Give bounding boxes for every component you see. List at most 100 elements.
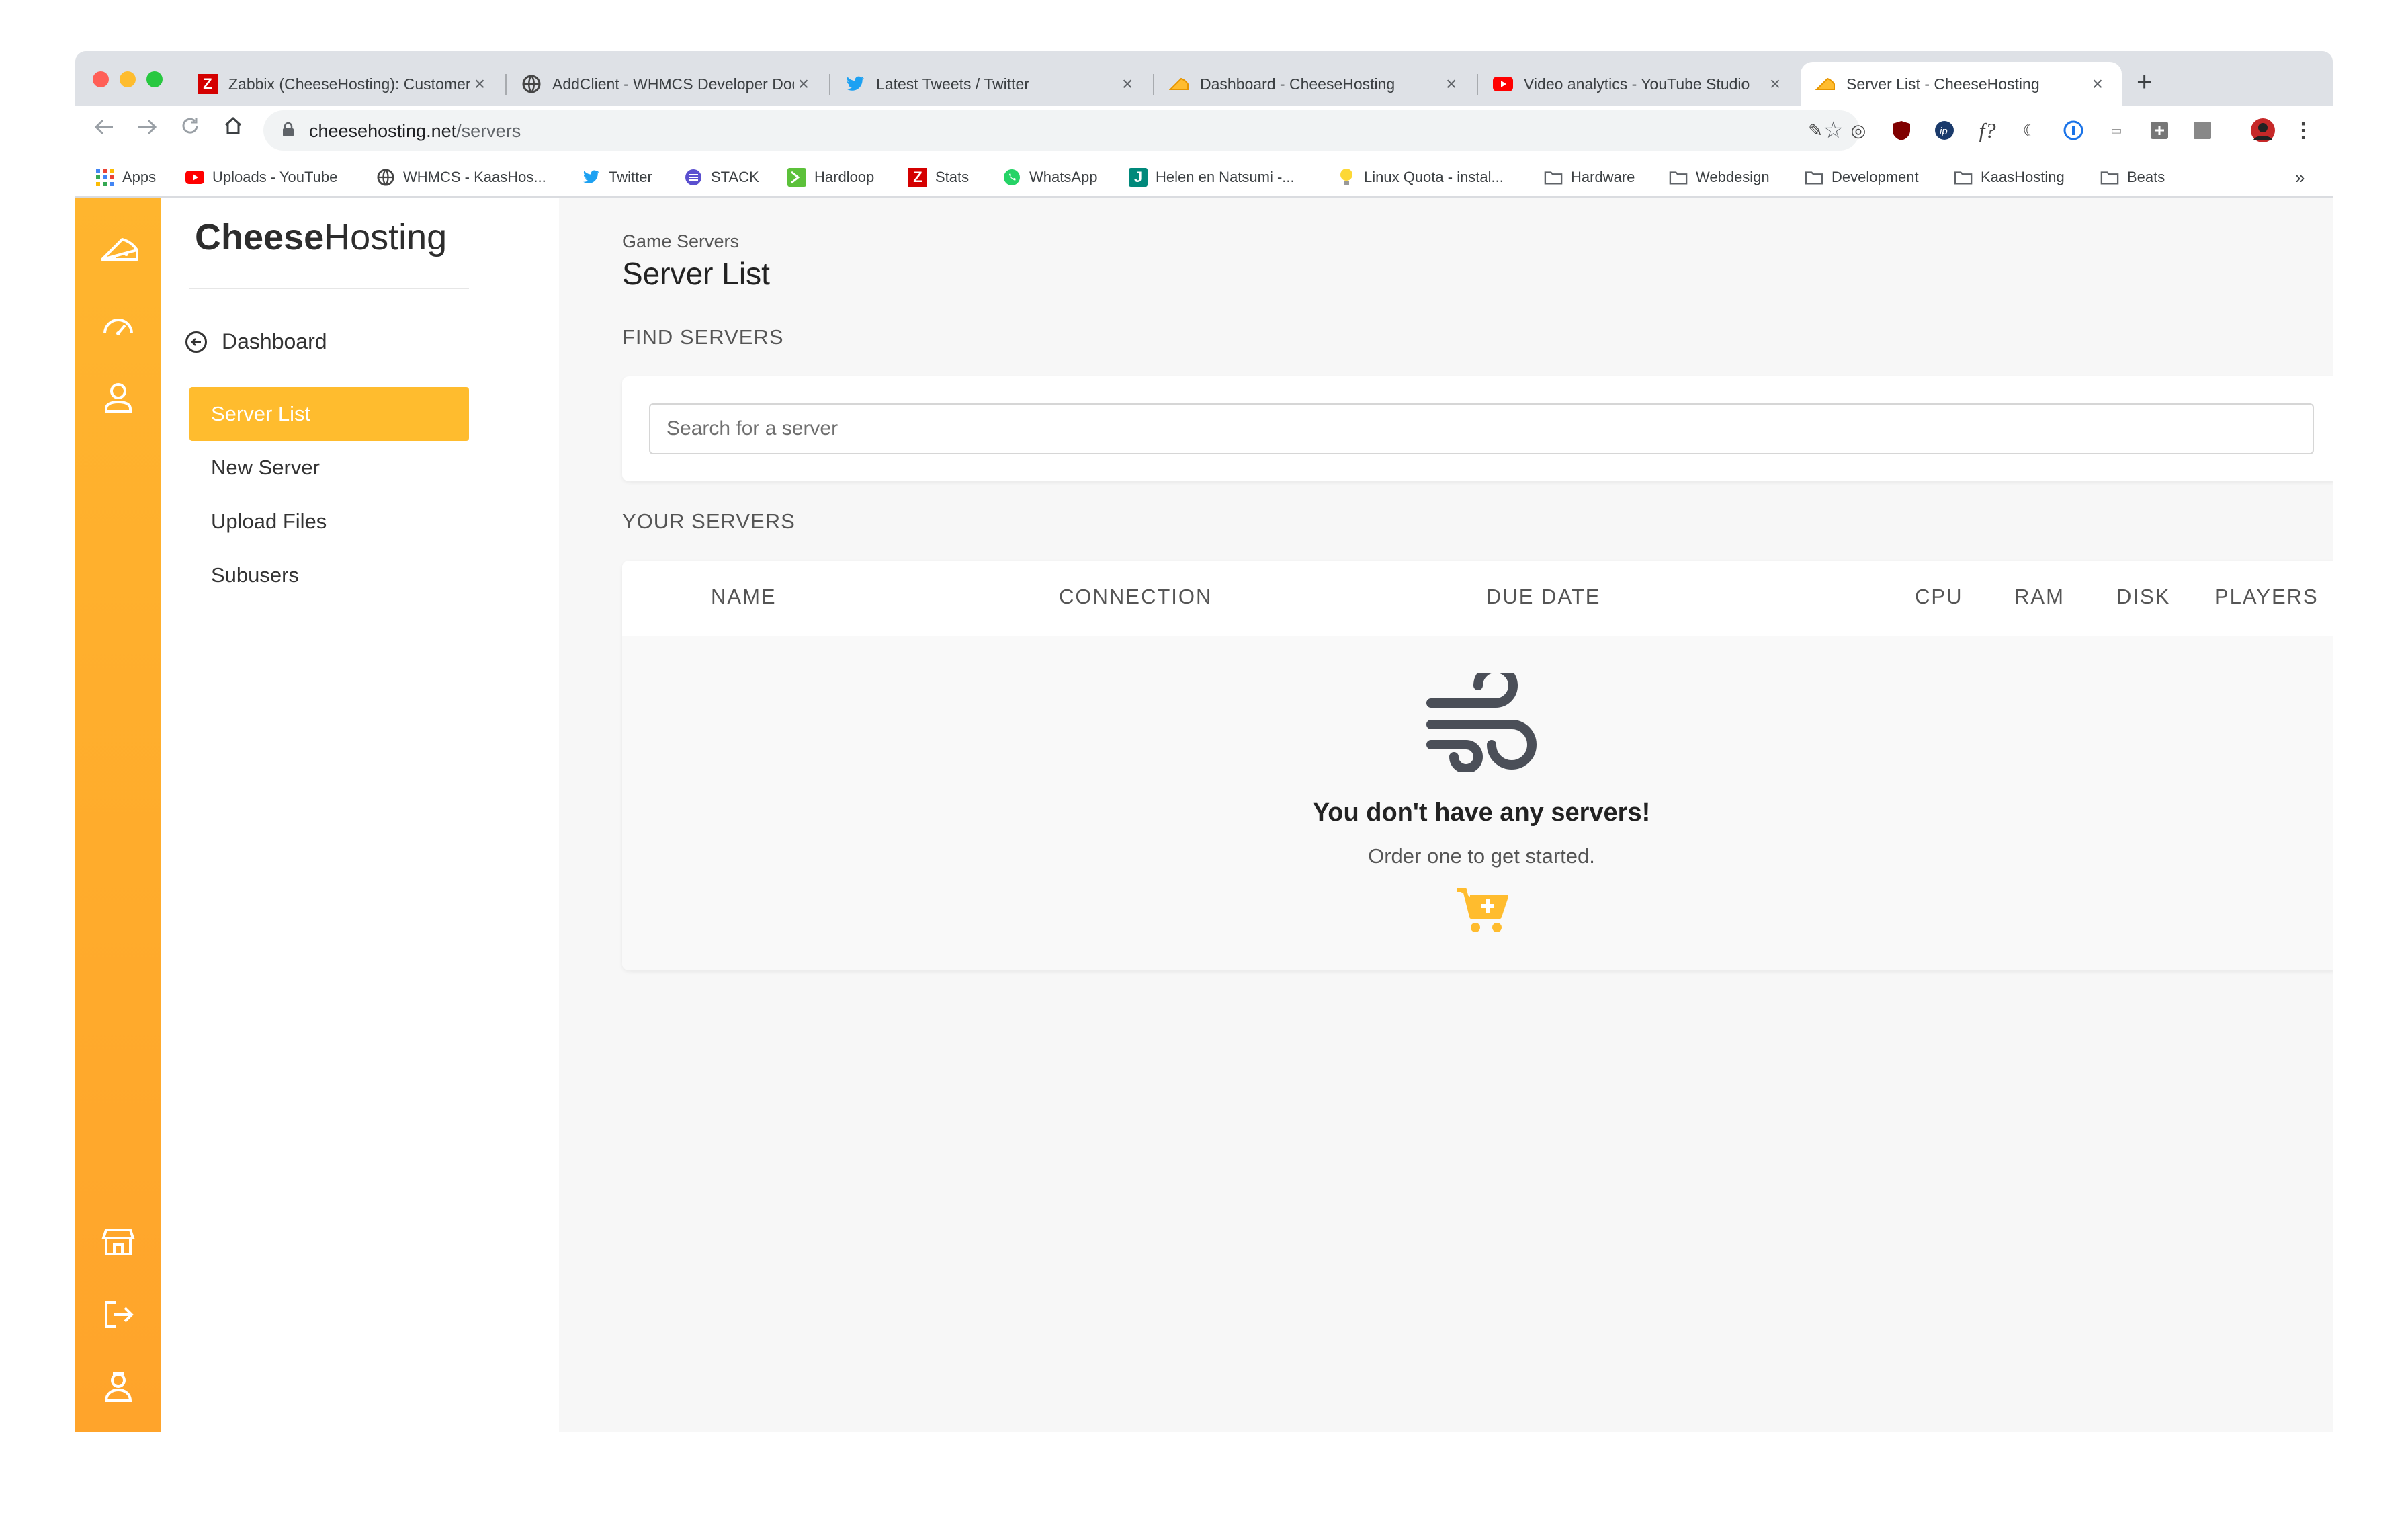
browser-tab[interactable]: Dashboard - CheeseHosting × <box>1154 62 1475 106</box>
browser-tab[interactable]: AddClient - WHMCS Developer Docs × <box>507 62 828 106</box>
column-header-players[interactable]: PLAYERS <box>2214 585 2319 609</box>
bookmark-folder-development[interactable]: Development <box>1805 164 1919 191</box>
server-search-input[interactable] <box>649 403 2314 454</box>
column-header-ram[interactable]: RAM <box>2014 585 2065 609</box>
column-header-due-date[interactable]: DUE DATE <box>1486 585 1600 609</box>
cheese-logo-icon[interactable] <box>99 230 138 267</box>
tab-title: Video analytics - YouTube Studio <box>1524 75 1750 93</box>
close-tab-icon[interactable]: × <box>794 73 813 95</box>
close-tab-icon[interactable]: × <box>1766 73 1784 95</box>
more-bookmarks-button[interactable]: » <box>2295 164 2305 191</box>
main-content: Game Servers Server List FIND SERVERS YO… <box>559 198 2333 1432</box>
tab-title: Latest Tweets / Twitter <box>876 75 1029 93</box>
back-to-dashboard-link[interactable]: Dashboard <box>185 329 327 354</box>
lock-icon <box>282 122 294 137</box>
close-tab-icon[interactable]: × <box>1118 73 1137 95</box>
onepassword-extension-icon[interactable] <box>2060 117 2087 144</box>
bookmark-hardloop[interactable]: Hardloop <box>787 164 874 191</box>
apps-grid-icon <box>95 168 114 187</box>
menu-item-upload-files[interactable]: Upload Files <box>189 495 469 548</box>
url-text: cheesehosting.net/servers <box>309 121 521 141</box>
browser-tab-active[interactable]: Server List - CheeseHosting × <box>1801 62 2122 106</box>
close-tab-icon[interactable]: × <box>470 73 489 95</box>
twitter-icon <box>845 74 865 94</box>
maximize-window-button[interactable] <box>146 71 163 87</box>
column-header-connection[interactable]: CONNECTION <box>1059 585 1212 609</box>
table-header: NAME CONNECTION DUE DATE CPU RAM DISK PL… <box>622 561 2333 636</box>
admin-user-icon[interactable] <box>99 1368 137 1406</box>
profile-avatar-icon[interactable] <box>2249 117 2276 144</box>
browser-tab[interactable]: Video analytics - YouTube Studio × <box>1478 62 1799 106</box>
column-header-disk[interactable]: DISK <box>2116 585 2170 609</box>
web-page: CheeseHosting Dashboard Server List New … <box>75 198 2333 1432</box>
side-menu: CheeseHosting Dashboard Server List New … <box>161 198 559 1432</box>
zabbix-icon: Z <box>908 168 927 187</box>
forward-arrow-icon[interactable] <box>132 116 163 142</box>
menu-item-server-list[interactable]: Server List <box>189 387 469 441</box>
close-window-button[interactable] <box>93 71 109 87</box>
bookmark-folder-kaashosting[interactable]: KaasHosting <box>1954 164 2065 191</box>
bookmark-apps[interactable]: Apps <box>95 164 156 191</box>
close-tab-icon[interactable]: × <box>1442 73 1461 95</box>
speedometer-icon[interactable] <box>99 306 137 344</box>
hardloop-icon <box>787 168 806 187</box>
column-header-name[interactable]: NAME <box>711 585 777 609</box>
close-tab-icon[interactable]: × <box>2088 73 2107 95</box>
tex-extension-icon[interactable]: ▭ <box>2103 117 2130 144</box>
store-icon[interactable] <box>99 1223 137 1261</box>
extension-icon[interactable]: ◎ <box>1845 117 1872 144</box>
youtube-icon <box>185 168 204 187</box>
tab-title: AddClient - WHMCS Developer Docs <box>552 75 794 93</box>
brand-logo[interactable]: CheeseHosting <box>195 216 447 258</box>
reload-icon[interactable] <box>175 116 206 142</box>
tab-strip: Z Zabbix (CheeseHosting): Customer × Add… <box>75 51 2333 106</box>
globe-icon <box>376 168 395 187</box>
bookmark-helen-natsumi[interactable]: J Helen en Natsumi -... <box>1129 164 1295 191</box>
eyedropper-extension-icon[interactable]: ✎ <box>1802 117 1829 144</box>
bookmark-stack[interactable]: STACK <box>684 164 759 191</box>
new-tab-button[interactable]: + <box>2137 67 2152 97</box>
ublock-extension-icon[interactable] <box>1888 117 1915 144</box>
arrow-left-circle-icon <box>185 331 207 353</box>
minimize-window-button[interactable] <box>120 71 136 87</box>
bookmark-stats[interactable]: Z Stats <box>908 164 969 191</box>
bulb-icon <box>1337 168 1356 187</box>
page-title: Server List <box>622 256 770 291</box>
font-extension-icon[interactable]: f? <box>1974 117 2001 144</box>
twitter-icon <box>582 168 601 187</box>
cart-plus-icon[interactable] <box>1455 886 1509 934</box>
bookmark-folder-beats[interactable]: Beats <box>2100 164 2165 191</box>
logout-icon[interactable] <box>99 1296 137 1333</box>
search-card <box>622 376 2333 481</box>
bookmark-folder-hardware[interactable]: Hardware <box>1544 164 1635 191</box>
whatsapp-icon <box>1002 168 1021 187</box>
home-icon[interactable] <box>218 116 249 142</box>
address-bar[interactable]: cheesehosting.net/servers ☆ <box>263 110 1860 151</box>
bookmark-uploads-youtube[interactable]: Uploads - YouTube <box>185 164 337 191</box>
bookmark-linux-quota[interactable]: Linux Quota - instal... <box>1337 164 1504 191</box>
browser-menu-icon[interactable]: ⋮ <box>2290 117 2317 144</box>
empty-state: You don't have any servers! Order one to… <box>622 636 2333 970</box>
folder-icon <box>1805 168 1823 187</box>
grid-extension-icon[interactable] <box>2189 117 2216 144</box>
zabbix-icon: Z <box>198 74 218 94</box>
moon-extension-icon[interactable]: ☾ <box>2017 117 2044 144</box>
bookmark-twitter[interactable]: Twitter <box>582 164 652 191</box>
icon-rail <box>75 198 161 1432</box>
svg-text:ip: ip <box>1940 126 1948 137</box>
add-extension-icon[interactable] <box>2146 117 2173 144</box>
menu-item-subusers[interactable]: Subusers <box>189 548 469 602</box>
bookmark-folder-webdesign[interactable]: Webdesign <box>1669 164 1770 191</box>
stack-icon <box>684 168 703 187</box>
back-arrow-icon[interactable] <box>89 116 120 142</box>
menu-item-new-server[interactable]: New Server <box>189 441 469 495</box>
tab-title: Dashboard - CheeseHosting <box>1200 75 1395 93</box>
browser-tab[interactable]: Latest Tweets / Twitter × <box>830 62 1152 106</box>
bookmark-whatsapp[interactable]: WhatsApp <box>1002 164 1098 191</box>
ip-extension-icon[interactable]: ip <box>1931 117 1958 144</box>
browser-tab[interactable]: Z Zabbix (CheeseHosting): Customer × <box>183 62 504 106</box>
youtube-icon <box>1493 74 1513 94</box>
column-header-cpu[interactable]: CPU <box>1915 585 1963 609</box>
bookmark-whmcs[interactable]: WHMCS - KaasHos... <box>376 164 546 191</box>
user-icon[interactable] <box>99 379 137 417</box>
